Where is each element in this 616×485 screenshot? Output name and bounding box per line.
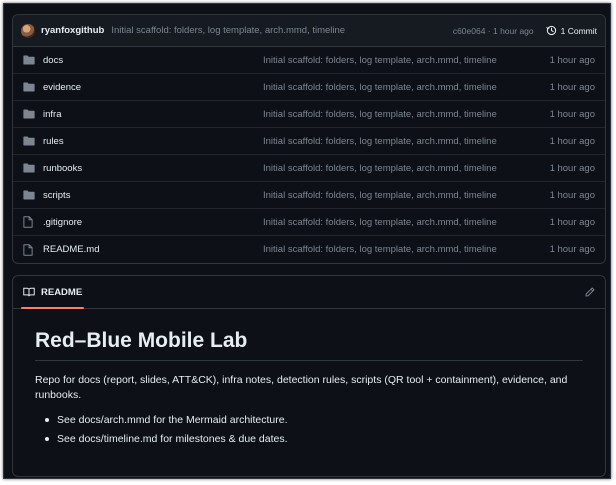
readme-paragraph: Repo for docs (report, slides, ATT&CK), …: [35, 374, 568, 401]
file-commit-age: 1 hour ago: [549, 216, 595, 228]
folder-icon: [23, 136, 37, 146]
file-name-link[interactable]: runbooks: [43, 163, 263, 174]
file-commit-age: 1 hour ago: [549, 108, 595, 120]
readme-bullet-list: See docs/arch.mmd for the Mermaid archit…: [35, 413, 583, 446]
file-name-link[interactable]: infra: [43, 109, 263, 120]
file-name-link[interactable]: docs: [43, 55, 263, 66]
folder-icon: [23, 109, 37, 119]
commit-author[interactable]: ryanfoxgithub: [41, 25, 104, 36]
readme-header: README: [13, 276, 605, 309]
file-commit-age: 1 hour ago: [549, 54, 595, 66]
folder-icon: [23, 55, 37, 65]
readme-title: Red–Blue Mobile Lab: [35, 329, 583, 361]
readme-content: Red–Blue Mobile Lab Repo for docs (repor…: [13, 309, 605, 446]
repo-page: ryanfoxgithub Initial scaffold: folders,…: [3, 3, 611, 479]
folder-icon: [23, 82, 37, 92]
commit-count: 1 Commit: [560, 25, 597, 36]
file-commit-message[interactable]: Initial scaffold: folders, log template,…: [263, 82, 525, 93]
folder-icon: [23, 190, 37, 200]
file-name-link[interactable]: .gitignore: [43, 217, 263, 228]
file-name-link[interactable]: evidence: [43, 82, 263, 93]
file-list: docs Initial scaffold: folders, log templ…: [13, 47, 605, 263]
file-commit-message[interactable]: Initial scaffold: folders, log template,…: [263, 55, 525, 66]
readme-tab-label: README: [41, 286, 83, 298]
commit-meta[interactable]: c60e064 · 1 hour ago: [453, 26, 534, 36]
file-commit-age: 1 hour ago: [549, 162, 595, 174]
commit-message[interactable]: Initial scaffold: folders, log template,…: [111, 25, 452, 36]
readme-panel: README Red–Blue Mobile Lab Repo for docs…: [12, 275, 606, 477]
avatar[interactable]: [21, 23, 35, 38]
table-row[interactable]: README.md Initial scaffold: folders, log …: [13, 236, 605, 263]
table-row[interactable]: .gitignore Initial scaffold: folders, log…: [13, 209, 605, 236]
file-commit-message[interactable]: Initial scaffold: folders, log template,…: [263, 244, 525, 255]
table-row[interactable]: evidence Initial scaffold: folders, log t…: [13, 74, 605, 101]
file-name-link[interactable]: rules: [43, 136, 263, 147]
history-icon: [545, 25, 556, 36]
file-commit-message[interactable]: Initial scaffold: folders, log template,…: [263, 109, 525, 120]
commits-link[interactable]: 1 Commit: [545, 25, 597, 36]
file-icon: [23, 243, 37, 256]
file-browser: ryanfoxgithub Initial scaffold: folders,…: [12, 14, 606, 264]
readme-bullet: See docs/timeline.md for milestones & du…: [45, 432, 583, 446]
file-icon: [23, 216, 37, 228]
tab-readme[interactable]: README: [20, 276, 85, 309]
file-commit-age: 1 hour ago: [549, 135, 595, 147]
latest-commit-bar: ryanfoxgithub Initial scaffold: folders,…: [13, 15, 605, 47]
table-row[interactable]: scripts Initial scaffold: folders, log te…: [13, 182, 605, 209]
readme-bullet: See docs/arch.mmd for the Mermaid archit…: [45, 413, 583, 427]
file-commit-age: 1 hour ago: [549, 244, 595, 255]
table-row[interactable]: infra Initial scaffold: folders, log temp…: [13, 101, 605, 128]
table-row[interactable]: rules Initial scaffold: folders, log temp…: [13, 128, 605, 155]
folder-icon: [23, 163, 37, 173]
file-commit-message[interactable]: Initial scaffold: folders, log template,…: [263, 190, 525, 201]
file-commit-age: 1 hour ago: [549, 189, 595, 201]
file-commit-message[interactable]: Initial scaffold: folders, log template,…: [263, 163, 525, 174]
book-icon: [23, 287, 35, 297]
table-row[interactable]: runbooks Initial scaffold: folders, log t…: [13, 155, 605, 182]
file-commit-message[interactable]: Initial scaffold: folders, log template,…: [263, 136, 525, 147]
file-name-link[interactable]: scripts: [43, 190, 263, 201]
file-name-link[interactable]: README.md: [43, 244, 263, 255]
pencil-icon: [585, 287, 595, 297]
file-commit-message[interactable]: Initial scaffold: folders, log template,…: [263, 217, 525, 228]
table-row[interactable]: docs Initial scaffold: folders, log templ…: [13, 47, 605, 74]
edit-readme-button[interactable]: [585, 287, 595, 297]
file-commit-age: 1 hour ago: [549, 81, 595, 93]
